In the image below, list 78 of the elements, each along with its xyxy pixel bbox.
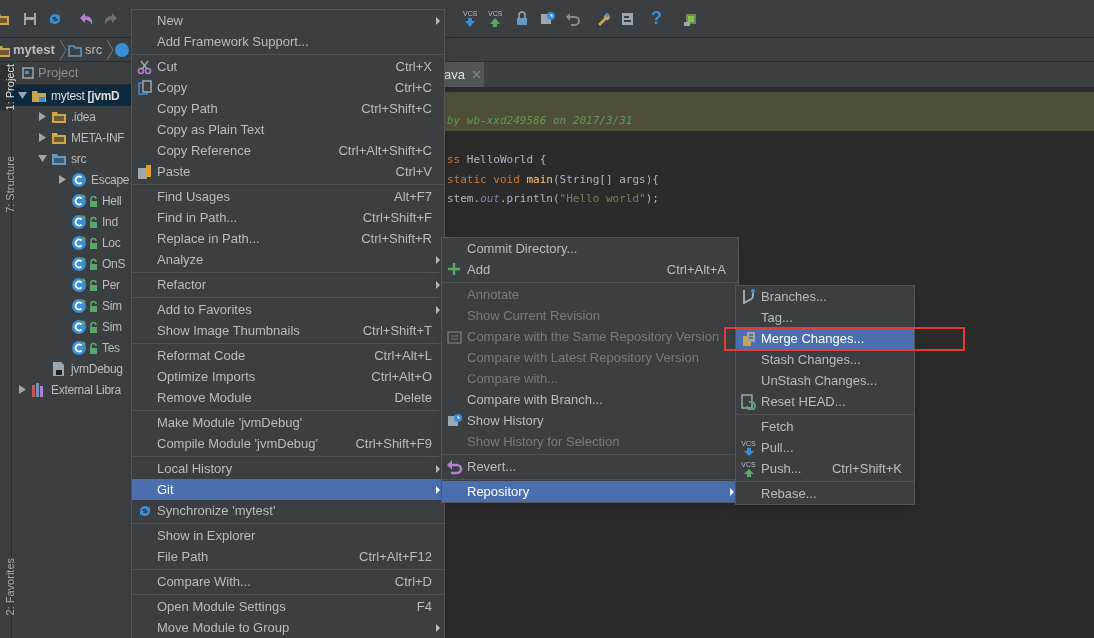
menu-item[interactable]: Add to Favorites <box>132 299 444 320</box>
code-line: static void main(String[] args){ <box>446 171 660 188</box>
tree-item[interactable]: META-INF <box>12 127 131 148</box>
menu-item[interactable]: New <box>132 10 444 31</box>
menu-item[interactable]: Compare with Branch... <box>442 389 738 410</box>
menu-item[interactable]: Revert... <box>442 456 738 477</box>
menu-item[interactable]: Git <box>132 479 444 500</box>
menu-item[interactable]: Cut Ctrl+X <box>132 56 444 77</box>
menu-item[interactable]: Analyze <box>132 249 444 270</box>
panel-title[interactable]: Project <box>38 63 79 83</box>
menu-item[interactable]: Synchronize 'mytest' <box>132 500 444 521</box>
menu-item[interactable]: Compile Module 'jvmDebug' Ctrl+Shift+F9 <box>132 433 444 454</box>
menu-item[interactable]: Merge Changes... <box>736 328 914 349</box>
shortcut-text: Delete <box>393 388 432 407</box>
shortcut-text: Ctrl+C <box>393 78 432 97</box>
menu-item[interactable]: Tag... <box>736 307 914 328</box>
menu-item[interactable]: Copy Reference Ctrl+Alt+Shift+C <box>132 140 444 161</box>
menu-item[interactable]: File Path Ctrl+Alt+F12 <box>132 546 444 567</box>
menu-item[interactable]: UnStash Changes... <box>736 370 914 391</box>
menu-item[interactable]: Compare With... Ctrl+D <box>132 571 444 592</box>
shortcut-text: F4 <box>415 597 432 616</box>
menu-item[interactable]: Copy as Plain Text <box>132 119 444 140</box>
menu-item[interactable]: Open Module Settings F4 <box>132 596 444 617</box>
menu-item[interactable]: Optimize Imports Ctrl+Alt+O <box>132 366 444 387</box>
shortcut-text: Ctrl+D <box>393 572 432 591</box>
tree-item[interactable]: Ind <box>12 211 131 232</box>
shortcut-text: Ctrl+Shift+T <box>361 321 432 340</box>
menu-item[interactable]: Show in Explorer <box>132 525 444 546</box>
menu-item[interactable]: Fetch <box>736 416 914 437</box>
tree-item[interactable]: Per <box>12 274 131 295</box>
menu-item[interactable]: Find in Path... Ctrl+Shift+F <box>132 207 444 228</box>
shortcut-text: Ctrl+Alt+Shift+C <box>337 141 432 160</box>
menu-item[interactable]: Find Usages Alt+F7 <box>132 186 444 207</box>
shortcut-text: Ctrl+Alt+F12 <box>358 547 432 566</box>
side-tab[interactable]: 7: Structure <box>0 156 12 213</box>
shortcut-text: Ctrl+Shift+F9 <box>354 434 432 453</box>
tree-item[interactable]: External Libra <box>12 379 131 400</box>
shortcut-text: Ctrl+Shift+F <box>361 208 432 227</box>
menu-item[interactable]: Rebase... <box>736 483 914 504</box>
breadcrumb[interactable]: src <box>81 39 106 60</box>
shortcut-text: Ctrl+X <box>394 57 432 76</box>
menu-item[interactable]: Add Ctrl+Alt+A <box>442 259 738 280</box>
menu-item[interactable]: Branches... <box>736 286 914 307</box>
menu-item[interactable]: Paste Ctrl+V <box>132 161 444 182</box>
help-button[interactable]: ? <box>651 8 662 28</box>
shortcut-text: Ctrl+V <box>394 162 432 181</box>
menu-item[interactable]: Local History <box>132 458 444 479</box>
menu-item[interactable]: Reset HEAD... <box>736 391 914 412</box>
code-line: ss HelloWorld { <box>446 152 548 168</box>
menu-item[interactable]: Replace in Path... Ctrl+Shift+R <box>132 228 444 249</box>
shortcut-text: Ctrl+Shift+C <box>360 99 432 118</box>
menu-item[interactable]: Add Framework Support... <box>132 31 444 52</box>
shortcut-text: Ctrl+Shift+K <box>830 459 902 478</box>
menu-item[interactable]: Make Module 'jvmDebug' <box>132 412 444 433</box>
menu-item[interactable]: Show History <box>442 410 738 431</box>
shortcut-text: Ctrl+Alt+A <box>665 260 726 279</box>
menu-item[interactable]: Refactor <box>132 274 444 295</box>
side-tab[interactable]: 2: Favorites <box>0 558 12 616</box>
menu-item[interactable]: Reformat Code Ctrl+Alt+L <box>132 345 444 366</box>
shortcut-text: Ctrl+Alt+O <box>370 367 432 386</box>
menu-item[interactable]: Show Image Thumbnails Ctrl+Shift+T <box>132 320 444 341</box>
shortcut-text: Ctrl+Alt+L <box>373 346 432 365</box>
tree-item[interactable]: OnS <box>12 253 131 274</box>
shortcut-text: Ctrl+Shift+R <box>360 229 432 248</box>
shortcut-text: Alt+F7 <box>393 187 432 206</box>
menu-item[interactable]: Commit Directory... <box>442 238 738 259</box>
tree-item[interactable]: Tes <box>12 337 131 358</box>
menu-item[interactable]: Remove Module Delete <box>132 387 444 408</box>
breadcrumb[interactable]: mytest <box>10 39 58 60</box>
tree-item[interactable]: Loc <box>12 232 131 253</box>
tree-item[interactable]: Sim <box>12 316 131 337</box>
code-line: stem.out.println("Hello world"); <box>446 191 660 207</box>
menu-item[interactable]: Repository <box>442 481 738 502</box>
tree-item[interactable]: Sim <box>12 295 131 316</box>
menu-item[interactable]: Stash Changes... <box>736 349 914 370</box>
menu-item[interactable]: Copy Path Ctrl+Shift+C <box>132 98 444 119</box>
menu-item[interactable]: Move Module to Group <box>132 617 444 638</box>
tree-item[interactable]: jvmDebug <box>12 358 131 379</box>
